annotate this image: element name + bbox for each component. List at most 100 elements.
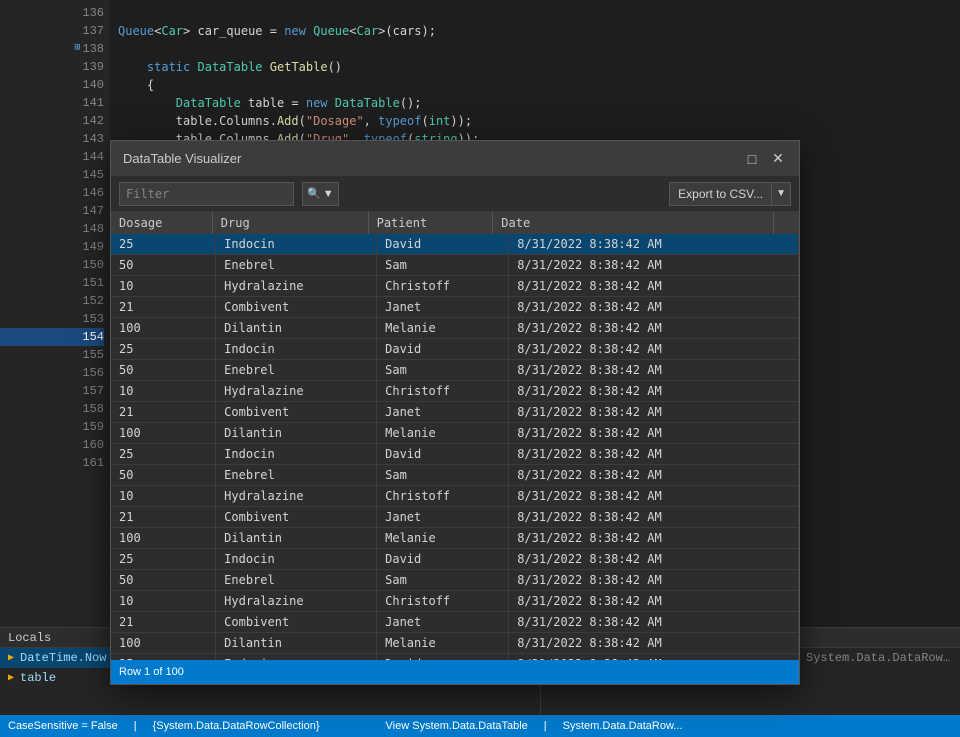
table-row[interactable]: 25IndocinDavid8/31/2022 8:38:42 AM: [111, 234, 799, 255]
export-controls: Export to CSV... ▼: [669, 182, 791, 206]
table-row[interactable]: 50EnebrelSam8/31/2022 8:38:42 AM: [111, 570, 799, 591]
cell-dosage: 100: [111, 318, 216, 339]
cell-drug: Indocin: [216, 549, 377, 570]
export-dropdown-button[interactable]: ▼: [772, 182, 791, 206]
cell-date: 8/31/2022 8:38:42 AM: [509, 549, 799, 570]
table-row[interactable]: 50EnebrelSam8/31/2022 8:38:42 AM: [111, 360, 799, 381]
column-header-dosage: Dosage: [111, 212, 212, 234]
cell-patient: David: [377, 339, 509, 360]
cell-drug: Enebrel: [216, 465, 377, 486]
table-row[interactable]: 25IndocinDavid8/31/2022 8:38:42 AM: [111, 339, 799, 360]
cell-patient: Melanie: [377, 423, 509, 444]
cell-drug: Hydralazine: [216, 486, 377, 507]
cell-dosage: 10: [111, 381, 216, 402]
filter-input[interactable]: [119, 182, 294, 206]
expand-icon: ▶: [8, 652, 14, 664]
table-row[interactable]: 50EnebrelSam8/31/2022 8:38:42 AM: [111, 465, 799, 486]
cell-dosage: 21: [111, 507, 216, 528]
dialog-titlebar: DataTable Visualizer □ ✕: [111, 141, 799, 176]
cell-date: 8/31/2022 8:38:42 AM: [509, 276, 799, 297]
dialog-title: DataTable Visualizer: [123, 151, 241, 166]
cell-dosage: 21: [111, 402, 216, 423]
cell-drug: Dilantin: [216, 318, 377, 339]
status-item-2: {System.Data.DataRowCollection}: [153, 720, 320, 732]
cell-patient: Sam: [377, 360, 509, 381]
dialog-controls: □ ✕: [743, 150, 787, 168]
table-row[interactable]: 21CombiventJanet8/31/2022 8:38:42 AM: [111, 297, 799, 318]
table-row[interactable]: 50EnebrelSam8/31/2022 8:38:42 AM: [111, 255, 799, 276]
status-separator-2: View System.Data.DataTable: [386, 720, 528, 732]
column-header-drug: Drug: [212, 212, 368, 234]
table-row[interactable]: 25IndocinDavid8/31/2022 8:38:42 AM: [111, 444, 799, 465]
close-button[interactable]: ✕: [769, 150, 787, 168]
table-row[interactable]: 21CombiventJanet8/31/2022 8:38:42 AM: [111, 402, 799, 423]
table-header-wrapper: Dosage Drug Patient Date: [111, 212, 799, 234]
cell-patient: Janet: [377, 612, 509, 633]
cell-drug: Combivent: [216, 297, 377, 318]
minimize-button[interactable]: □: [743, 150, 761, 168]
table-row[interactable]: 100DilantinMelanie8/31/2022 8:38:42 AM: [111, 633, 799, 654]
table-row[interactable]: 100DilantinMelanie8/31/2022 8:38:42 AM: [111, 318, 799, 339]
cell-drug: Combivent: [216, 507, 377, 528]
cell-patient: Sam: [377, 465, 509, 486]
cell-dosage: 100: [111, 423, 216, 444]
table-row[interactable]: 10HydralazineChristoff8/31/2022 8:38:42 …: [111, 381, 799, 402]
table-row[interactable]: 10HydralazineChristoff8/31/2022 8:38:42 …: [111, 276, 799, 297]
status-item-1: CaseSensitive = False: [8, 720, 118, 732]
cell-dosage: 50: [111, 570, 216, 591]
cell-patient: David: [377, 234, 509, 255]
cell-date: 8/31/2022 8:38:42 AM: [509, 423, 799, 444]
table-row[interactable]: 100DilantinMelanie8/31/2022 8:38:42 AM: [111, 528, 799, 549]
cell-patient: Christoff: [377, 381, 509, 402]
cell-date: 8/31/2022 8:38:42 AM: [509, 570, 799, 591]
table-scroll-area[interactable]: 25IndocinDavid8/31/2022 8:38:42 AM50Eneb…: [111, 234, 799, 660]
table-row[interactable]: 25IndocinDavid8/31/2022 8:38:42 AM: [111, 654, 799, 661]
cell-date: 8/31/2022 8:38:42 AM: [509, 402, 799, 423]
export-csv-button[interactable]: Export to CSV...: [669, 182, 772, 206]
data-table-body: 25IndocinDavid8/31/2022 8:38:42 AM50Eneb…: [111, 234, 799, 660]
cell-patient: Sam: [377, 570, 509, 591]
table-row[interactable]: 21CombiventJanet8/31/2022 8:38:42 AM: [111, 612, 799, 633]
watch-type: System.Data.DataRow...: [806, 651, 956, 665]
status-separator-1: |: [134, 720, 137, 732]
dialog-toolbar: 🔍 ▼ Export to CSV... ▼: [111, 176, 799, 212]
cell-dosage: 25: [111, 234, 216, 255]
search-button[interactable]: 🔍 ▼: [302, 182, 339, 206]
table-row[interactable]: 25IndocinDavid8/31/2022 8:38:42 AM: [111, 549, 799, 570]
cell-drug: Indocin: [216, 339, 377, 360]
cell-dosage: 100: [111, 633, 216, 654]
table-header-row: Dosage Drug Patient Date: [111, 212, 799, 234]
cell-drug: Hydralazine: [216, 591, 377, 612]
cell-drug: Hydralazine: [216, 381, 377, 402]
cell-patient: Sam: [377, 255, 509, 276]
cell-date: 8/31/2022 8:38:42 AM: [509, 633, 799, 654]
cell-date: 8/31/2022 8:38:42 AM: [509, 465, 799, 486]
expand-icon-table: ▶: [8, 672, 14, 684]
table-row[interactable]: 100DilantinMelanie8/31/2022 8:38:42 AM: [111, 423, 799, 444]
cell-date: 8/31/2022 8:38:42 AM: [509, 528, 799, 549]
status-separator-3: |: [544, 720, 547, 732]
cell-patient: David: [377, 444, 509, 465]
cell-patient: Janet: [377, 507, 509, 528]
cell-patient: Janet: [377, 402, 509, 423]
row-status: Row 1 of 100: [119, 666, 184, 678]
status-item-4: System.Data.DataRow...: [563, 720, 683, 732]
cell-patient: David: [377, 549, 509, 570]
cell-drug: Dilantin: [216, 633, 377, 654]
cell-date: 8/31/2022 8:38:42 AM: [509, 654, 799, 661]
status-bar: CaseSensitive = False | {System.Data.Dat…: [0, 715, 960, 737]
table-row[interactable]: 10HydralazineChristoff8/31/2022 8:38:42 …: [111, 486, 799, 507]
cell-dosage: 25: [111, 444, 216, 465]
cell-dosage: 50: [111, 360, 216, 381]
cell-drug: Indocin: [216, 654, 377, 661]
cell-date: 8/31/2022 8:38:42 AM: [509, 612, 799, 633]
table-row[interactable]: 10HydralazineChristoff8/31/2022 8:38:42 …: [111, 591, 799, 612]
cell-dosage: 25: [111, 654, 216, 661]
table-body: 25IndocinDavid8/31/2022 8:38:42 AM50Eneb…: [111, 234, 799, 660]
cell-drug: Combivent: [216, 402, 377, 423]
search-dropdown-arrow: ▼: [323, 188, 334, 200]
dialog-statusbar: Row 1 of 100: [111, 660, 799, 684]
cell-dosage: 50: [111, 255, 216, 276]
cell-date: 8/31/2022 8:38:42 AM: [509, 255, 799, 276]
table-row[interactable]: 21CombiventJanet8/31/2022 8:38:42 AM: [111, 507, 799, 528]
